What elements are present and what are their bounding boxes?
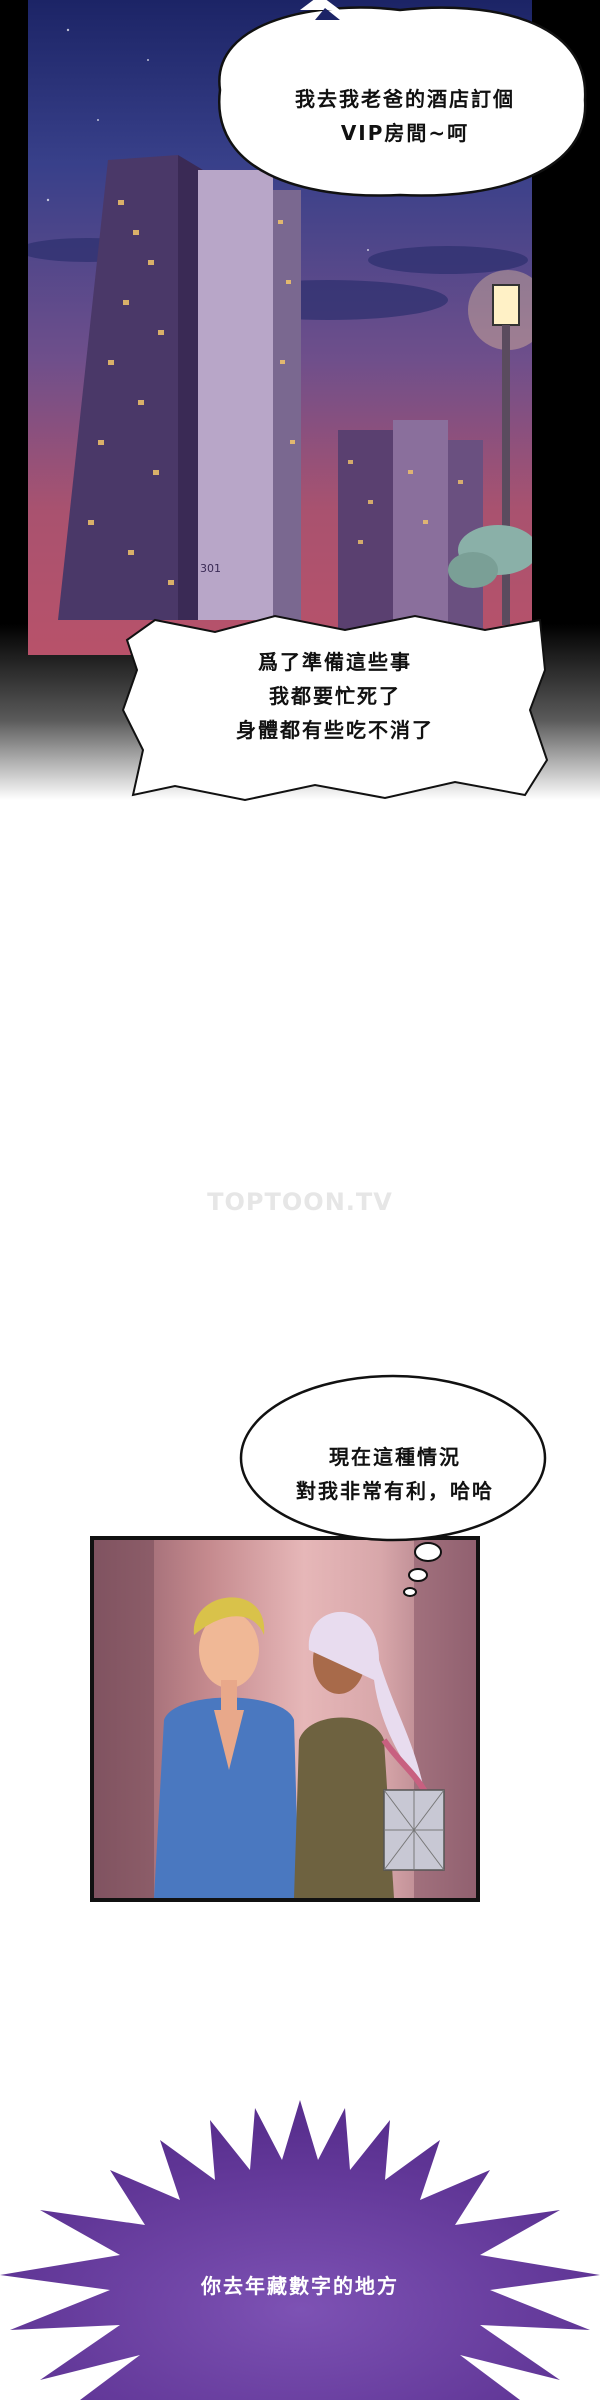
- speech-line-2: VIP房間~呵: [340, 121, 470, 145]
- caption-line-1: 爲了準備這些事: [258, 650, 412, 674]
- skyscraper-left: [58, 155, 301, 620]
- caption-text: 爲了準備這些事 我都要忙死了 身體都有些吃不消了: [140, 645, 530, 747]
- burst-text: 你去年藏數字的地方: [201, 2274, 399, 2298]
- speech-bubble-text: 我去我老爸的酒店訂個 VIP房間~呵: [240, 82, 570, 150]
- thought-bubble-text: 現在這種情況 對我非常有利，哈哈: [245, 1440, 545, 1508]
- caption-line-3: 身體都有些吃不消了: [236, 718, 434, 742]
- thought-line-1: 現在這種情況: [329, 1445, 461, 1469]
- caption-line-2: 我都要忙死了: [269, 684, 401, 708]
- burst-panel: 你去年藏數字的地方: [0, 2100, 600, 2400]
- watermark: TOPTOON.TV: [207, 1188, 393, 1216]
- thought-line-2: 對我非常有利，哈哈: [296, 1479, 494, 1503]
- building-number: 301: [200, 562, 221, 575]
- skyscraper-right: [338, 420, 483, 630]
- speech-line-1: 我去我老爸的酒店訂個: [295, 87, 515, 111]
- man-figure: [154, 1597, 299, 1898]
- burst-shape: [0, 2100, 600, 2400]
